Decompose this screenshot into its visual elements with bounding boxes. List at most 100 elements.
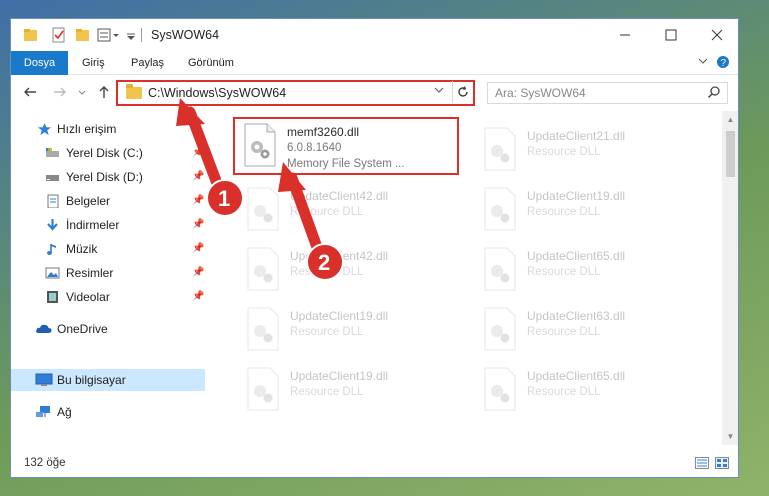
help-icon[interactable]: ?	[716, 55, 730, 72]
file-item[interactable]: UpdateClient19.dll Resource DLL	[244, 303, 464, 359]
details-view-icon[interactable]	[695, 457, 709, 469]
pin-icon[interactable]: 📌	[192, 171, 204, 182]
folder-icon	[23, 27, 39, 43]
drive-icon	[45, 146, 60, 160]
file-type: Resource DLL	[290, 206, 364, 218]
file-type: Resource DLL	[290, 266, 364, 278]
nav-item-network[interactable]: Ağ	[11, 401, 205, 423]
nav-item-label: İndirmeler	[66, 218, 120, 232]
scrollbar-thumb[interactable]	[726, 131, 735, 177]
file-type: Resource DLL	[527, 386, 601, 398]
file-item[interactable]: UpdateClient42.dll Resource DLL	[244, 183, 464, 239]
file-list: memf3260.dll 6.0.8.1640 Memory File Syst…	[216, 111, 722, 445]
nav-item-label: Yerel Disk (D:)	[66, 170, 143, 184]
scroll-up-button[interactable]: ▲	[722, 111, 738, 128]
close-button[interactable]	[694, 19, 738, 51]
nav-item-label: Müzik	[66, 242, 98, 256]
dll-file-icon	[481, 307, 519, 351]
nav-item-quick-access[interactable]: Hızlı erişim	[11, 118, 205, 140]
title-bar: SysWOW64	[11, 19, 738, 51]
file-name: UpdateClient42.dll	[290, 249, 389, 263]
file-name: UpdateClient65.dll	[527, 369, 626, 383]
search-icon[interactable]	[707, 85, 721, 102]
tab-view[interactable]: Görünüm	[188, 51, 234, 75]
nav-item-disk-c[interactable]: Yerel Disk (C:) 📌	[11, 142, 205, 164]
file-item[interactable]: UpdateClient42.dll Resource DLL	[244, 243, 464, 299]
file-item[interactable]: UpdateClient19.dll Resource DLL	[481, 183, 701, 239]
nav-item-onedrive[interactable]: OneDrive	[11, 318, 205, 340]
file-name: UpdateClient19.dll	[290, 309, 389, 323]
nav-item-videos[interactable]: Videolar 📌	[11, 286, 205, 308]
pin-icon[interactable]: 📌	[192, 267, 204, 278]
address-path[interactable]: C:\Windows\SysWOW64	[148, 86, 286, 100]
file-item[interactable]: UpdateClient19.dll Resource DLL	[244, 363, 464, 419]
file-type: Resource DLL	[527, 146, 601, 158]
pin-icon[interactable]: 📌	[192, 243, 204, 254]
nav-item-pictures[interactable]: Resimler 📌	[11, 262, 205, 284]
svg-text:?: ?	[721, 58, 727, 69]
ribbon-expand-icon[interactable]	[697, 55, 709, 70]
file-name: UpdateClient19.dll	[290, 369, 389, 383]
dll-file-icon	[244, 367, 282, 411]
nav-item-documents[interactable]: Belgeler 📌	[11, 190, 205, 212]
tab-home[interactable]: Giriş	[82, 51, 105, 75]
file-item[interactable]: UpdateClient65.dll Resource DLL	[481, 243, 701, 299]
nav-item-label: OneDrive	[57, 322, 108, 336]
refresh-button[interactable]	[452, 81, 473, 103]
search-input[interactable]: Ara: SysWOW64	[495, 86, 586, 100]
file-item[interactable]: UpdateClient65.dll Resource DLL	[481, 363, 701, 419]
pin-icon[interactable]: 📌	[192, 291, 204, 302]
computer-icon	[35, 373, 53, 387]
pin-icon[interactable]: 📌	[192, 195, 204, 206]
recent-locations-icon[interactable]	[73, 84, 91, 102]
nav-item-downloads[interactable]: İndirmeler 📌	[11, 214, 205, 236]
status-bar: 132 öğe	[11, 449, 738, 477]
nav-item-this-pc[interactable]: Bu bilgisayar	[11, 369, 205, 391]
nav-item-music[interactable]: Müzik 📌	[11, 238, 205, 260]
properties-icon[interactable]	[51, 27, 67, 43]
address-bar[interactable]: C:\Windows\SysWOW64	[116, 80, 475, 106]
pictures-icon	[45, 266, 60, 280]
dll-file-icon	[244, 307, 282, 351]
large-icons-view-icon[interactable]	[715, 457, 729, 469]
file-type: Resource DLL	[527, 206, 601, 218]
cloud-icon	[35, 322, 53, 336]
nav-item-label: Videolar	[66, 290, 110, 304]
view-menu-icon[interactable]	[97, 27, 121, 43]
pin-icon[interactable]: 📌	[192, 219, 204, 230]
video-icon	[45, 290, 60, 304]
file-name: UpdateClient42.dll	[290, 189, 389, 203]
chevron-down-icon[interactable]	[434, 85, 444, 98]
scroll-down-button[interactable]: ▼	[722, 428, 738, 445]
document-icon	[45, 194, 60, 209]
vertical-scrollbar[interactable]: ▲ ▼	[722, 111, 738, 445]
file-name: UpdateClient65.dll	[527, 249, 626, 263]
up-button[interactable]	[95, 84, 113, 102]
navigation-pane: Hızlı erişim Yerel Disk (C:) 📌 Yerel Dis…	[11, 111, 205, 445]
file-item[interactable]: UpdateClient63.dll Resource DLL	[481, 303, 701, 359]
back-button[interactable]	[21, 84, 39, 102]
nav-item-label: Resimler	[66, 266, 114, 280]
customize-toolbar-icon[interactable]	[125, 27, 137, 43]
file-type: Resource DLL	[290, 326, 364, 338]
window-title: SysWOW64	[151, 28, 220, 42]
file-item[interactable]: UpdateClient21.dll Resource DLL	[481, 123, 701, 179]
forward-button[interactable]	[51, 84, 69, 102]
maximize-button[interactable]	[648, 19, 694, 51]
nav-item-disk-d[interactable]: Yerel Disk (D:) 📌	[11, 166, 205, 188]
minimize-button[interactable]	[602, 19, 648, 51]
star-icon	[37, 122, 52, 136]
music-icon	[45, 242, 60, 256]
file-type: Resource DLL	[527, 326, 601, 338]
search-box[interactable]: Ara: SysWOW64	[487, 82, 728, 104]
tab-share[interactable]: Paylaş	[131, 51, 164, 75]
network-icon	[35, 405, 53, 419]
pin-icon[interactable]: 📌	[192, 147, 204, 158]
new-folder-icon[interactable]	[75, 27, 91, 43]
nav-item-label: Yerel Disk (C:)	[66, 146, 143, 160]
nav-item-label: Ağ	[57, 405, 72, 419]
nav-item-label: Belgeler	[66, 194, 111, 208]
navigation-bar: C:\Windows\SysWOW64 Ara: SysWOW64	[11, 75, 738, 111]
tab-file[interactable]: Dosya	[11, 51, 68, 75]
file-type: Resource DLL	[290, 386, 364, 398]
